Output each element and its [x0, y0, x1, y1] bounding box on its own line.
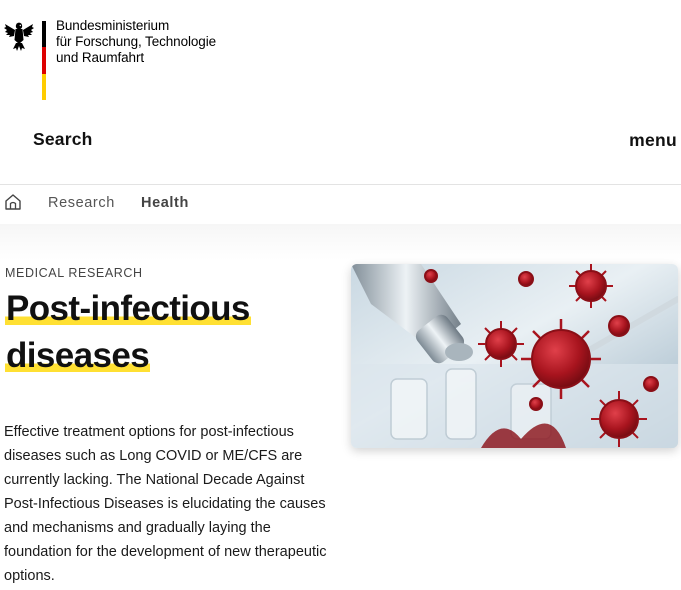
- eyebrow-label: MEDICAL RESEARCH: [5, 266, 143, 280]
- breadcrumb-health: Health: [141, 195, 189, 211]
- virus-illustration: [351, 264, 678, 448]
- ministry-name: Bundesministerium für Forschung, Technol…: [56, 18, 217, 65]
- page-title: Post-infectious diseases: [5, 285, 325, 379]
- hero-image-virus: [351, 264, 678, 448]
- page-title-line2: diseases: [5, 336, 151, 375]
- flag-stripe: [42, 21, 46, 100]
- home-icon[interactable]: [4, 193, 22, 211]
- ministry-logo[interactable]: Bundesministerium für Forschung, Technol…: [4, 18, 216, 100]
- search-link[interactable]: Search: [33, 129, 93, 150]
- breadcrumb-shadow: [0, 224, 681, 260]
- intro-text: Effective treatment options for post-inf…: [4, 424, 327, 584]
- breadcrumb-research[interactable]: Research: [48, 195, 115, 211]
- page-title-line1: Post-infectious: [5, 289, 251, 328]
- breadcrumb: Research Health: [0, 184, 681, 224]
- menu-button[interactable]: menu: [629, 130, 677, 151]
- federal-eagle-icon: [4, 22, 34, 51]
